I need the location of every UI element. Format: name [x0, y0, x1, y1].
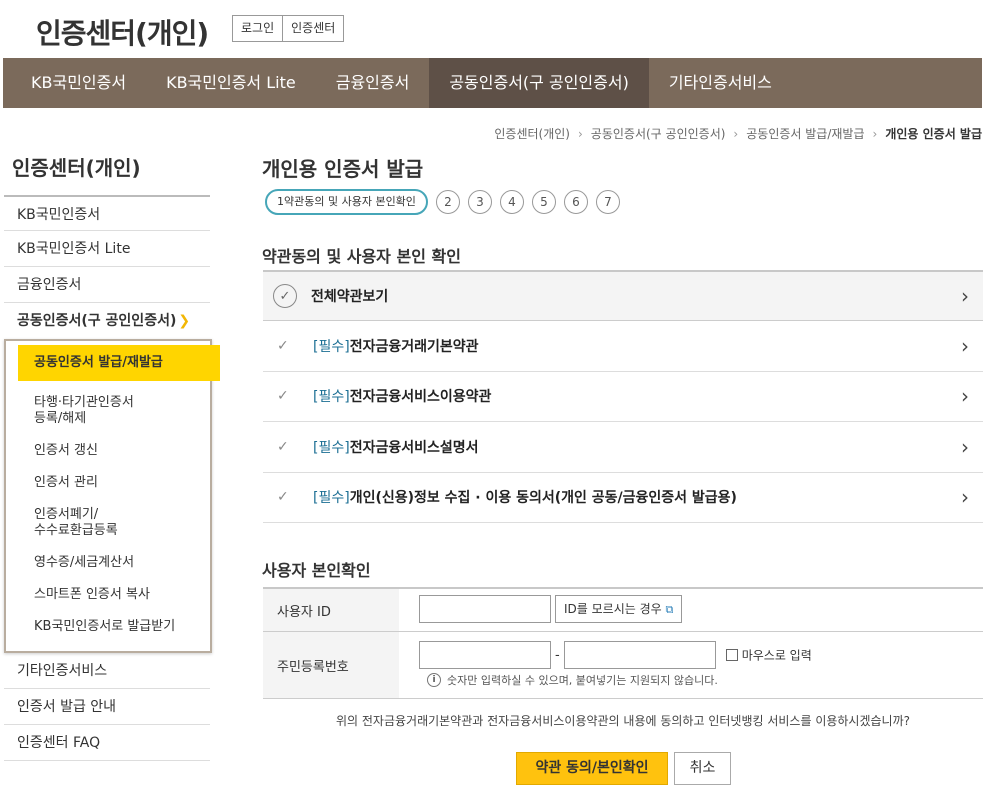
- submenu-item-renew[interactable]: 인증서 갱신: [6, 435, 210, 467]
- agree-confirm-button[interactable]: 약관 동의/본인확인: [516, 752, 668, 785]
- mouse-input-checkbox[interactable]: [725, 649, 738, 661]
- required-tag: [필수]: [313, 338, 350, 355]
- mouse-input-label: 마우스로 입력: [741, 648, 812, 663]
- find-id-button[interactable]: ID를 모르시는 경우 ⧉: [555, 595, 683, 623]
- sidebar-item-faq[interactable]: 인증센터 FAQ: [4, 725, 210, 761]
- step-current: 1약관동의 및 사용자 본인확인: [265, 189, 428, 215]
- terms-label: 전자금융서비스설명서: [349, 439, 479, 456]
- sidebar-item-joint-cert[interactable]: 공동인증서(구 공인인증서) ❯: [4, 303, 210, 339]
- check-icon[interactable]: ✓: [277, 439, 297, 455]
- breadcrumb-item[interactable]: 공동인증서 발급/재발급: [746, 125, 864, 142]
- terms-row[interactable]: ✓ [필수] 개인(신용)정보 수집 · 이용 동의서(개인 공동/금융인증서 …: [263, 473, 983, 523]
- step-number: 3: [467, 190, 492, 214]
- user-id-input[interactable]: [419, 595, 551, 623]
- top-links: 로그인 인증센터: [232, 15, 345, 42]
- user-id-label: 사용자 ID: [263, 589, 399, 631]
- external-link-icon: ⧉: [665, 603, 674, 616]
- breadcrumb: 인증센터(개인) › 공동인증서(구 공인인증서) › 공동인증서 발급/재발급…: [494, 125, 982, 142]
- submenu-item-smartphone-copy[interactable]: 스마트폰 인증서 복사: [6, 579, 210, 611]
- cert-center-link[interactable]: 인증센터: [282, 16, 343, 41]
- terms-label: 개인(신용)정보 수집 · 이용 동의서(개인 공동/금융인증서 발급용): [349, 490, 737, 507]
- rrn-note: 숫자만 입력하실 수 있으며, 붙여넣기는 지원되지 않습니다.: [447, 674, 718, 687]
- check-icon[interactable]: ✓: [277, 489, 297, 505]
- breadcrumb-item[interactable]: 공동인증서(구 공인인증서): [591, 125, 726, 142]
- info-icon: i: [427, 673, 441, 687]
- main-navigation: KB국민인증서 KB국민인증서 Lite 금융인증서 공동인증서(구 공인인증서…: [3, 58, 982, 108]
- gnb-item-kb-cert-lite[interactable]: KB국민인증서 Lite: [146, 58, 316, 108]
- gnb-item-joint-cert[interactable]: 공동인증서(구 공인인증서): [429, 58, 649, 108]
- submenu-item-issue-reissue[interactable]: 공동인증서 발급/재발급: [18, 345, 220, 381]
- view-all-terms-label: 전체약관보기: [311, 289, 389, 305]
- rrn-front-input[interactable]: [419, 641, 551, 669]
- chevron-right-icon: ›: [961, 333, 969, 358]
- required-tag: [필수]: [313, 389, 350, 406]
- site-title: 인증센터(개인): [36, 17, 209, 50]
- user-id-row: 사용자 ID ID를 모르시는 경우 ⧉: [263, 589, 983, 632]
- chevron-right-icon: ›: [733, 126, 739, 141]
- gnb-item-other-services[interactable]: 기타인증서비스: [649, 58, 792, 108]
- step-number: 2: [435, 190, 460, 214]
- required-tag: [필수]: [313, 490, 350, 507]
- terms-row[interactable]: ✓ [필수] 전자금융서비스설명서 ›: [263, 422, 983, 473]
- sidebar-item-kb-cert-lite[interactable]: KB국민인증서 Lite: [4, 231, 210, 267]
- terms-section-title: 약관동의 및 사용자 본인 확인: [262, 247, 461, 266]
- rrn-back-input[interactable]: [563, 641, 716, 669]
- sidebar-item-financial-cert[interactable]: 금융인증서: [4, 267, 210, 303]
- sidebar: KB국민인증서 KB국민인증서 Lite 금융인증서 공동인증서(구 공인인증서…: [4, 195, 220, 761]
- sidebar-submenu: 공동인증서 발급/재발급 타행·타기관인증서 등록/해제 인증서 갱신 인증서 관…: [4, 339, 220, 653]
- terms-list: ✓ 전체약관보기 › ✓ [필수] 전자금융거래기본약관 › ✓ [필수] 전자…: [263, 270, 983, 523]
- chevron-right-icon: ›: [872, 126, 878, 141]
- gnb-item-kb-cert[interactable]: KB국민인증서: [3, 58, 146, 108]
- breadcrumb-item[interactable]: 인증센터(개인): [494, 125, 570, 142]
- terms-row[interactable]: ✓ [필수] 전자금융거래기본약관 ›: [263, 321, 983, 372]
- identity-form: 사용자 ID ID를 모르시는 경우 ⧉ 주민등록번호 - 마우스로 입력 i 숫…: [263, 587, 983, 699]
- step-indicator: 1약관동의 및 사용자 본인확인 2 3 4 5 6 7: [265, 189, 620, 215]
- sidebar-item-label: 공동인증서(구 공인인증서): [17, 313, 177, 329]
- check-icon[interactable]: ✓: [277, 338, 297, 354]
- sidebar-item-issue-guide[interactable]: 인증서 발급 안내: [4, 689, 210, 725]
- chevron-right-icon: ›: [961, 434, 969, 459]
- page-title: 개인용 인증서 발급: [262, 157, 424, 181]
- chevron-right-icon: ›: [961, 284, 969, 308]
- chevron-down-icon: ❯: [178, 313, 191, 329]
- submenu-item-manage[interactable]: 인증서 관리: [6, 467, 210, 499]
- step-number: 7: [595, 190, 620, 214]
- agree-question: 위의 전자금융거래기본약관과 전자금융서비스이용약관의 내용에 동의하고 인터넷…: [335, 714, 911, 728]
- terms-label: 전자금융서비스이용약관: [349, 389, 492, 406]
- step-number: 6: [563, 190, 588, 214]
- chevron-right-icon: ›: [577, 126, 583, 141]
- required-tag: [필수]: [313, 439, 350, 456]
- sidebar-item-kb-cert[interactable]: KB국민인증서: [4, 195, 210, 231]
- chevron-right-icon: ›: [961, 384, 969, 409]
- terms-label: 전자금융거래기본약관: [349, 338, 479, 355]
- rrn-label: 주민등록번호: [263, 632, 399, 698]
- step-number: 5: [531, 190, 556, 214]
- login-link[interactable]: 로그인: [233, 16, 282, 41]
- check-icon[interactable]: ✓: [277, 388, 297, 404]
- breadcrumb-current: 개인용 인증서 발급: [885, 127, 982, 141]
- sidebar-title: 인증센터(개인): [12, 156, 141, 180]
- rrn-separator: -: [555, 647, 560, 663]
- sidebar-item-other-services[interactable]: 기타인증서비스: [4, 653, 210, 689]
- submenu-item-issue-via-kb[interactable]: KB국민인증서로 발급받기: [6, 611, 210, 643]
- submenu-item-receipt[interactable]: 영수증/세금계산서: [6, 547, 210, 579]
- check-circle-icon[interactable]: ✓: [273, 284, 297, 308]
- chevron-right-icon: ›: [961, 485, 969, 510]
- terms-row[interactable]: ✓ [필수] 전자금융서비스이용약관 ›: [263, 372, 983, 422]
- cancel-button[interactable]: 취소: [674, 752, 731, 785]
- submenu-item-other-bank-register[interactable]: 타행·타기관인증서 등록/해제: [6, 387, 210, 435]
- submenu-item-revoke-refund[interactable]: 인증서폐기/수수료환급등록: [6, 499, 210, 547]
- step-number: 4: [499, 190, 524, 214]
- rrn-row: 주민등록번호 - 마우스로 입력 i 숫자만 입력하실 수 있으며, 붙여넣기는 …: [263, 632, 983, 699]
- identity-section-title: 사용자 본인확인: [262, 561, 371, 580]
- view-all-terms-row[interactable]: ✓ 전체약관보기 ›: [263, 270, 983, 321]
- gnb-item-financial-cert[interactable]: 금융인증서: [316, 58, 430, 108]
- find-id-label: ID를 모르시는 경우: [564, 602, 662, 616]
